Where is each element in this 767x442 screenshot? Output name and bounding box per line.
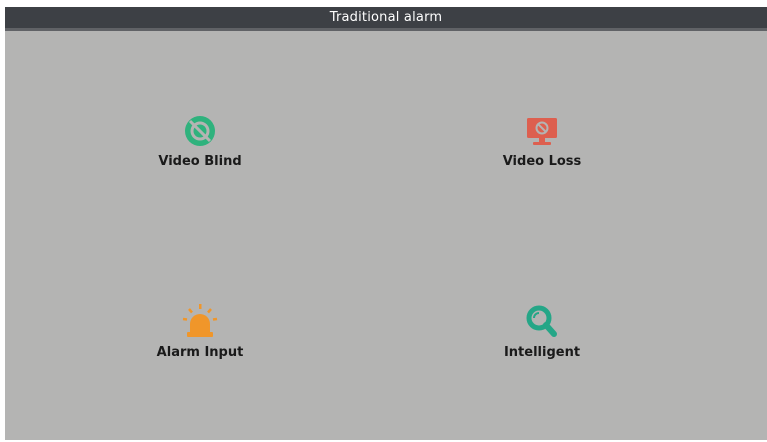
intelligent-label: Intelligent — [503, 345, 581, 360]
video-blind-icon — [178, 111, 222, 151]
video-loss-label: Video Loss — [502, 154, 582, 169]
alarm-window: Traditional alarm Video Blind Video Loss — [5, 7, 767, 440]
alarm-input-button[interactable]: Alarm Input — [120, 302, 280, 372]
intelligent-search-icon — [520, 302, 564, 342]
title-bar: Traditional alarm — [5, 7, 767, 31]
alarm-input-label: Alarm Input — [156, 345, 244, 360]
video-blind-button[interactable]: Video Blind — [120, 111, 280, 181]
window-title: Traditional alarm — [329, 10, 443, 25]
alarm-input-icon — [178, 302, 222, 342]
intelligent-button[interactable]: Intelligent — [462, 302, 622, 372]
video-blind-label: Video Blind — [158, 154, 242, 169]
video-loss-button[interactable]: Video Loss — [462, 111, 622, 181]
video-loss-icon — [520, 111, 564, 151]
